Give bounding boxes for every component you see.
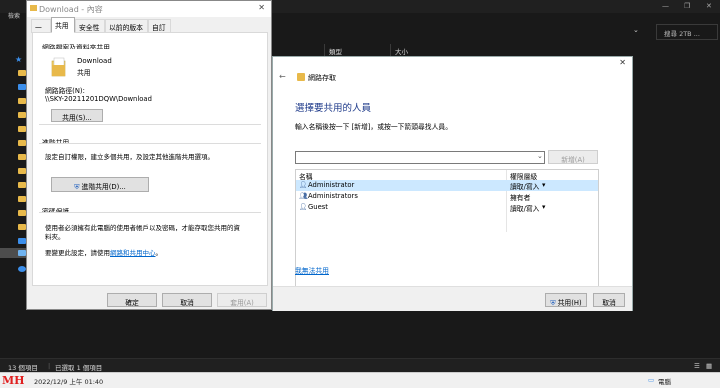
folder-icon[interactable] — [18, 126, 26, 132]
folder-icon — [30, 5, 37, 11]
password-desc-line-2: 料夾。 — [45, 233, 65, 241]
user-icon: 👤︎ — [299, 181, 308, 189]
tab-general[interactable]: 一般 — [31, 19, 51, 42]
apply-button[interactable]: 套用(A) — [217, 293, 267, 307]
add-button[interactable]: 新增(A) — [548, 150, 598, 164]
network-access-title: 網路存取 — [308, 74, 336, 82]
properties-dialog: Download - 內容 ✕ 一般 共用 安全性 以前的版本 自訂 網路檔案及… — [26, 0, 272, 310]
tab-customize[interactable]: 自訂 — [148, 19, 171, 33]
advanced-sharing-desc: 設定自訂權限，建立多個共用，及設定其他進階共用選項。 — [45, 153, 214, 161]
person-name: Administrator — [308, 181, 355, 189]
close-button[interactable]: ✕ — [706, 2, 712, 10]
close-button[interactable]: ✕ — [258, 3, 265, 12]
password-change-suffix: 。 — [155, 249, 163, 257]
cannot-share-link[interactable]: 我無法共用 — [295, 265, 329, 275]
permission-dropdown-icon[interactable]: ▾ — [542, 203, 545, 211]
permission-dropdown-icon[interactable]: ▾ — [542, 181, 545, 189]
network-sharing-center-link[interactable]: 網路和共用中心 — [110, 249, 156, 257]
status-selected-count: 已選取 1 個項目 — [55, 364, 103, 372]
password-change-text: 要變更此設定，請使用網路和共用中心。 — [45, 247, 162, 257]
folder-icon[interactable] — [18, 224, 26, 230]
folder-icon[interactable] — [18, 98, 26, 104]
permission-level[interactable]: 讀取/寫入 — [510, 181, 539, 191]
share-button[interactable]: ⛨ 共用(H) — [545, 293, 587, 307]
dialog-footer: ⛨ 共用(H) 取消 — [273, 286, 632, 311]
group-icon: 👥︎ — [299, 192, 308, 200]
instruction-text: 輸入名稱後按一下 [新增]，或按一下箭頭尋找人員。 — [295, 123, 452, 131]
folder-icon[interactable] — [18, 154, 26, 160]
search-input[interactable]: 搜尋 2TB ... — [656, 24, 718, 40]
onedrive-icon[interactable] — [18, 238, 26, 244]
uac-shield-icon: ⛨ — [74, 183, 80, 191]
properties-title: Download - 內容 — [39, 5, 103, 14]
computer-icon[interactable]: ▭ — [648, 376, 654, 384]
list-item[interactable]: 👥︎ Administrators 擁有者 — [296, 191, 598, 202]
downloads-icon[interactable] — [18, 84, 26, 90]
this-pc-icon[interactable] — [18, 250, 26, 256]
folder-share-status: 共用 — [77, 69, 91, 77]
password-change-prefix: 要變更此設定，請使用 — [45, 249, 110, 257]
ok-button[interactable]: 確定 — [107, 293, 157, 307]
share-button-label: 共用(H) — [557, 299, 582, 307]
tab-sharing[interactable]: 共用 — [51, 17, 75, 33]
person-name: Administrators — [308, 192, 358, 200]
permission-level: 擁有者 — [510, 194, 531, 202]
permission-level[interactable]: 讀取/寫入 — [510, 203, 539, 213]
sharing-tab-panel: 網路檔案及資料夾共用 Download 共用 網路路徑(N): \\SKY-20… — [32, 32, 268, 286]
network-path-value: \\SKY-20211201DQW\Download — [45, 95, 152, 103]
folder-icon[interactable] — [18, 196, 26, 202]
status-item-count: 13 個項目 — [8, 364, 38, 372]
cancel-button[interactable]: 取消 — [593, 293, 625, 307]
folder-icon[interactable] — [18, 70, 26, 76]
properties-titlebar: Download - 內容 ✕ — [27, 1, 271, 17]
people-combo-input[interactable] — [295, 151, 545, 164]
tab-previous-versions[interactable]: 以前的版本 — [105, 19, 148, 33]
folder-icon — [51, 57, 67, 77]
column-header-type[interactable]: 類型 — [324, 44, 390, 56]
people-list: 名稱 權限層級 👤︎ Administrator 讀取/寫入 ▾ 👥︎ Admi… — [295, 169, 599, 292]
network-icon[interactable] — [18, 266, 26, 272]
taskbar-datetime: 2022/12/9 上午 01:40 — [34, 378, 104, 386]
network-share-icon — [297, 73, 305, 81]
details-view-icon[interactable]: ☰ — [694, 362, 700, 370]
maximize-button[interactable]: ❐ — [684, 2, 690, 10]
folder-icon[interactable] — [18, 140, 26, 146]
folder-name: Download — [77, 57, 112, 65]
tiles-view-icon[interactable]: ▦ — [706, 362, 712, 370]
folder-icon[interactable] — [18, 182, 26, 188]
column-header-size[interactable]: 大小 — [390, 44, 450, 56]
network-path-label: 網路路徑(N): — [45, 87, 85, 95]
combo-dropdown-icon[interactable]: ⌄ — [537, 152, 543, 160]
person-name: Guest — [308, 203, 328, 211]
folder-icon[interactable] — [18, 210, 26, 216]
share-button[interactable]: 共用(S)... — [51, 109, 103, 122]
taskbar-computer-label[interactable]: 電腦 — [658, 376, 671, 386]
watermark-logo: MH — [2, 374, 25, 387]
advanced-sharing-button[interactable]: ⛨ 進階共用(D)... — [51, 177, 149, 192]
tab-security[interactable]: 安全性 — [75, 19, 105, 33]
folder-icon[interactable] — [18, 168, 26, 174]
list-item[interactable]: 👤︎ Administrator 讀取/寫入 ▾ — [296, 180, 598, 191]
password-protection-group — [39, 212, 261, 268]
close-button[interactable]: ✕ — [619, 58, 626, 67]
minimize-button[interactable]: — — [662, 2, 669, 10]
quick-access-star-icon[interactable]: ★ — [15, 55, 22, 64]
password-desc-line-1: 使用者必須擁有此電腦的使用者帳戶以及密碼，才能存取您共用的資 — [45, 224, 240, 232]
user-icon: 👤︎ — [299, 203, 308, 211]
explorer-status-bar: 13 個項目 | 已選取 1 個項目 ☰ ▦ — [0, 358, 720, 372]
uac-shield-icon: ⛨ — [550, 299, 556, 307]
list-item[interactable]: 👤︎ Guest 讀取/寫入 ▾ — [296, 202, 598, 213]
back-arrow-icon[interactable]: ← — [279, 72, 286, 81]
advanced-sharing-label: 進階共用(D)... — [81, 183, 126, 191]
ribbon-tab-view[interactable]: 檢索 — [0, 9, 26, 21]
choose-people-heading: 選擇要共用的人員 — [295, 103, 372, 114]
address-dropdown-icon[interactable]: ⌄ — [633, 26, 639, 34]
folder-icon[interactable] — [18, 112, 26, 118]
network-access-dialog: ✕ ← 網路存取 選擇要共用的人員 輸入名稱後按一下 [新增]，或按一下箭頭尋找… — [272, 56, 633, 311]
taskbar: MH 2022/12/9 上午 01:40 ▭ 電腦 — [0, 372, 720, 388]
cancel-button[interactable]: 取消 — [162, 293, 212, 307]
